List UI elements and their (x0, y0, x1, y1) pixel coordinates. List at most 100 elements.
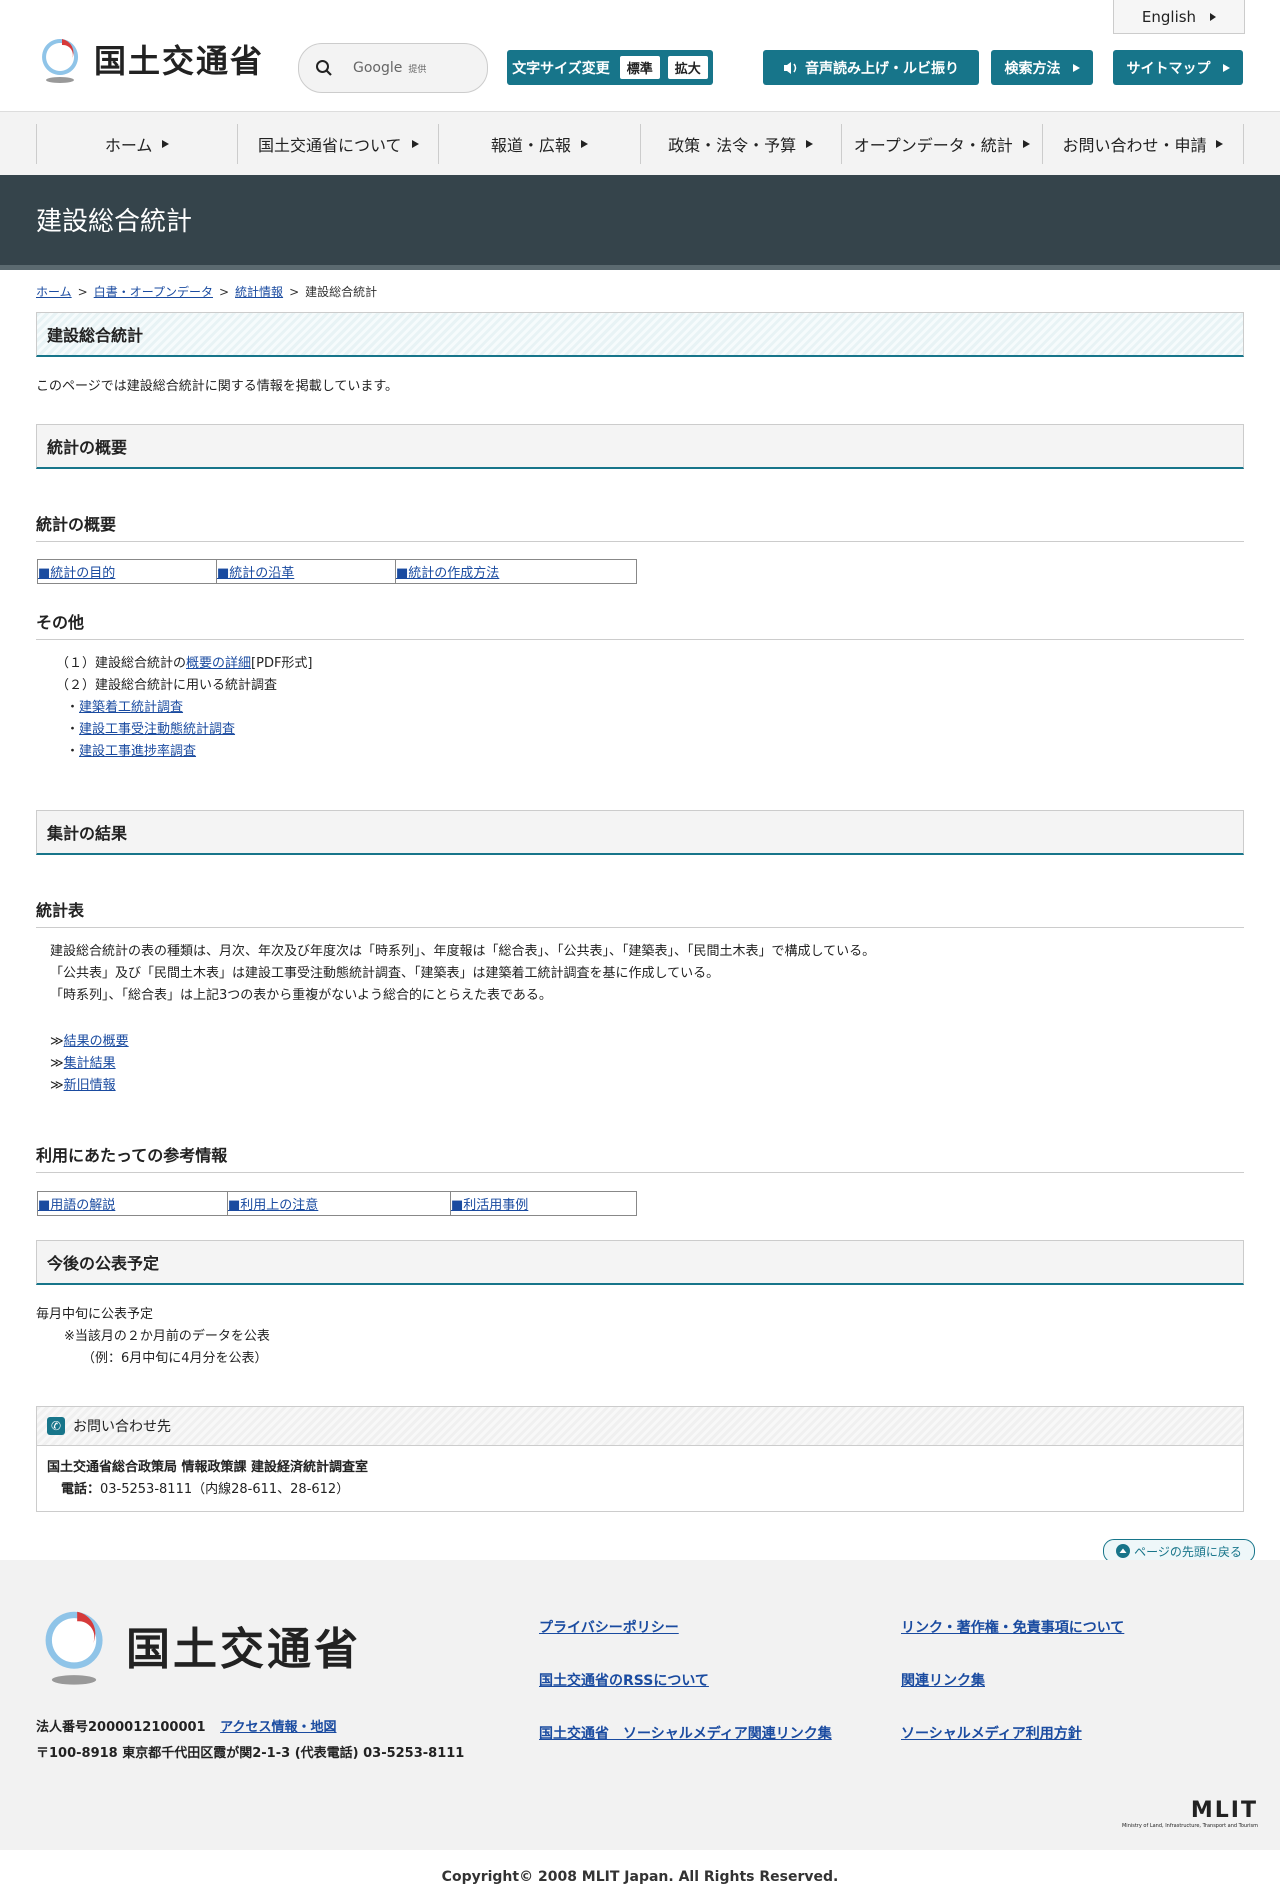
contact-tel: 電話：03-5253-8111（内線28-611、28-612） (61, 1482, 350, 1497)
schedule-line-3: （例：6月中旬に4月分を公表） (82, 1351, 268, 1366)
nav-item-about[interactable]: 国土交通省について (237, 124, 438, 164)
results-para-1: 建設総合統計の表の種類は、月次、年次及び年度次は「時系列」、年度報は「総合表」、… (50, 944, 876, 959)
nav-item-contact[interactable]: お問い合わせ・申請 (1041, 124, 1245, 164)
footer-address: 〒100-8918 東京都千代田区霞が関2-1-3 (代表電話) 03-5253… (36, 1746, 465, 1761)
footer-link-rss[interactable]: 国土交通省のRSSについて (539, 1670, 709, 1690)
site-footer: 国土交通省 法人番号2000012100001 アクセス情報・地図 〒100-8… (0, 1560, 1280, 1850)
overview-detail-link[interactable]: 概要の詳細 (186, 656, 251, 671)
overview-heading-box: 統計の概要 (36, 424, 1244, 469)
footer-link-privacy[interactable]: プライバシーポリシー (539, 1617, 679, 1637)
link-aggregate-results[interactable]: 集計結果 (64, 1056, 116, 1071)
footer-logo[interactable]: 国土交通省 (36, 1602, 361, 1688)
breadcrumb: ホーム > 白書・オープンデータ > 統計情報 > 建設総合統計 (36, 285, 378, 299)
schedule-heading: 今後の公表予定 (47, 1254, 160, 1273)
triangle-right-icon (1210, 12, 1217, 21)
reference-link-table: ■用語の解説 ■利用上の注意 ■利活用事例 (37, 1191, 637, 1216)
results-link-item: ≫結果の概要 (50, 1034, 129, 1049)
results-description: 建設総合統計の表の種類は、月次、年次及び年度次は「時系列」、年度報は「総合表」、… (50, 941, 875, 1007)
survey-item: ・建築着工統計調査 (66, 700, 184, 715)
link-use-cases[interactable]: ■利活用事例 (451, 1192, 636, 1215)
triangle-right-icon (411, 140, 419, 148)
font-standard-button[interactable]: 標準 (619, 56, 660, 79)
link-result-summary[interactable]: 結果の概要 (64, 1034, 129, 1049)
footer-logo-text: 国土交通省 (126, 1624, 361, 1675)
link-method[interactable]: ■統計の作成方法 (396, 560, 636, 583)
results-para-3: 「時系列」、「総合表」は上記3つの表から重複がないよう総合的にとらえた表である。 (50, 988, 552, 1003)
results-link-item: ≫新旧情報 (50, 1078, 116, 1093)
contact-box: ✆ お問い合わせ先 国土交通省総合政策局 情報政策課 建設経済統計調査室 電話：… (36, 1406, 1244, 1512)
speaker-icon (784, 61, 797, 74)
nav-item-home[interactable]: ホーム (36, 124, 237, 164)
survey-item: ・建設工事進捗率調査 (66, 744, 197, 759)
triangle-right-icon (1022, 140, 1030, 148)
footer-link-social-policy[interactable]: ソーシャルメディア利用方針 (901, 1723, 1082, 1743)
mlit-wordmark: MLIT Ministry of Land, Infrastructure, T… (1121, 1798, 1258, 1829)
other-list: （１）建設総合統計の概要の詳細[PDF形式] （２）建設総合統計に用いる統計調査… (56, 653, 313, 763)
font-size-control: 文字サイズ変更 標準 拡大 (507, 50, 713, 85)
link-glossary[interactable]: ■用語の解説 (38, 1192, 228, 1215)
triangle-right-icon (162, 140, 170, 148)
site-logo-text: 国土交通省 (94, 42, 265, 80)
search-input[interactable]: Google 提供 (298, 43, 488, 93)
link-usage-notes[interactable]: ■利用上の注意 (228, 1192, 451, 1215)
site-header: 国土交通省 English Google 提供 文字サイズ変更 標準 拡大 音声読… (0, 0, 1280, 111)
breadcrumb-whitepaper[interactable]: 白書・オープンデータ (94, 285, 213, 299)
schedule-heading-box: 今後の公表予定 (36, 1240, 1244, 1285)
search-icon (316, 60, 332, 76)
global-nav: ホーム 国土交通省について 報道・広報 政策・法令・予算 オープンデータ・統計 … (0, 111, 1280, 176)
survey-link-building[interactable]: 建築着工統計調査 (79, 700, 183, 715)
overview-heading: 統計の概要 (47, 438, 128, 457)
footer-link-social-links[interactable]: 国土交通省 ソーシャルメディア関連リンク集 (539, 1723, 832, 1743)
other-heading: その他 (36, 609, 1244, 640)
schedule-line-2: ※当該月の２か月前のデータを公表 (64, 1329, 270, 1344)
mlit-emblem-icon (45, 1611, 103, 1685)
link-old-new-info[interactable]: 新旧情報 (64, 1078, 116, 1093)
corp-number: 法人番号2000012100001 (36, 1720, 206, 1735)
english-button[interactable]: English (1113, 0, 1245, 34)
site-logo[interactable]: 国土交通省 (36, 33, 264, 85)
nav-item-press[interactable]: 報道・広報 (438, 124, 639, 164)
sitemap-button[interactable]: サイトマップ (1113, 50, 1243, 85)
english-label: English (1141, 7, 1197, 26)
sitemap-label: サイトマップ (1126, 60, 1211, 77)
copyright: Copyright© 2008 MLIT Japan. All Rights R… (441, 1868, 839, 1885)
contact-heading: お問い合わせ先 (73, 1419, 171, 1435)
footer-corp-info: 法人番号2000012100001 アクセス情報・地図 (36, 1716, 336, 1735)
link-purpose[interactable]: ■統計の目的 (38, 560, 217, 583)
overview-link-table: ■統計の目的 ■統計の沿革 ■統計の作成方法 (37, 559, 637, 584)
font-large-button[interactable]: 拡大 (667, 56, 708, 79)
survey-link-progress[interactable]: 建設工事進捗率調査 (79, 744, 196, 759)
font-size-label: 文字サイズ変更 (512, 60, 610, 77)
back-to-top-label: ページの先頭に戻る (1134, 1544, 1242, 1559)
search-placeholder: Google 提供 (353, 60, 427, 76)
speech-label: 音声読み上げ・ルビ振り (805, 60, 959, 77)
footer-link-copyright[interactable]: リンク・著作権・免責事項について (901, 1617, 1124, 1637)
results-subheading: 統計表 (36, 897, 1244, 928)
phone-icon: ✆ (47, 1417, 65, 1435)
page-title-banner: 建設総合統計 (0, 175, 1280, 270)
other-item-2: （２）建設総合統計に用いる統計調査 (56, 678, 278, 693)
survey-item: ・建設工事受注動態統計調査 (66, 722, 236, 737)
contact-dept: 国土交通省総合政策局 情報政策課 建設経済統計調査室 (47, 1460, 369, 1475)
speech-button[interactable]: 音声読み上げ・ルビ振り (763, 50, 979, 85)
breadcrumb-statistics[interactable]: 統計情報 (235, 285, 283, 299)
triangle-right-icon (580, 140, 588, 148)
search-method-button[interactable]: 検索方法 (991, 50, 1093, 85)
footer-link-related[interactable]: 関連リンク集 (901, 1670, 985, 1690)
nav-item-opendata[interactable]: オープンデータ・統計 (840, 124, 1042, 164)
nav-item-policy[interactable]: 政策・法令・予算 (639, 124, 841, 164)
link-history[interactable]: ■統計の沿革 (217, 560, 396, 583)
search-method-label: 検索方法 (1004, 60, 1061, 77)
other-item-1: （１）建設総合統計の概要の詳細[PDF形式] (56, 656, 313, 671)
overview-subheading: 統計の概要 (36, 511, 1244, 542)
triangle-right-icon (806, 140, 814, 148)
triangle-right-icon (1222, 63, 1230, 72)
breadcrumb-home[interactable]: ホーム (36, 285, 72, 299)
access-map-link[interactable]: アクセス情報・地図 (220, 1720, 336, 1735)
section-title: 建設総合統計 (47, 326, 144, 345)
results-link-item: ≫集計結果 (50, 1056, 116, 1071)
mlit-emblem-icon (42, 39, 79, 83)
schedule-text: 毎月中旬に公表予定 ※当該月の２か月前のデータを公表 （例：6月中旬に4月分を公… (36, 1304, 270, 1370)
survey-link-orders[interactable]: 建設工事受注動態統計調査 (79, 722, 235, 737)
schedule-line-1: 毎月中旬に公表予定 (36, 1307, 154, 1322)
